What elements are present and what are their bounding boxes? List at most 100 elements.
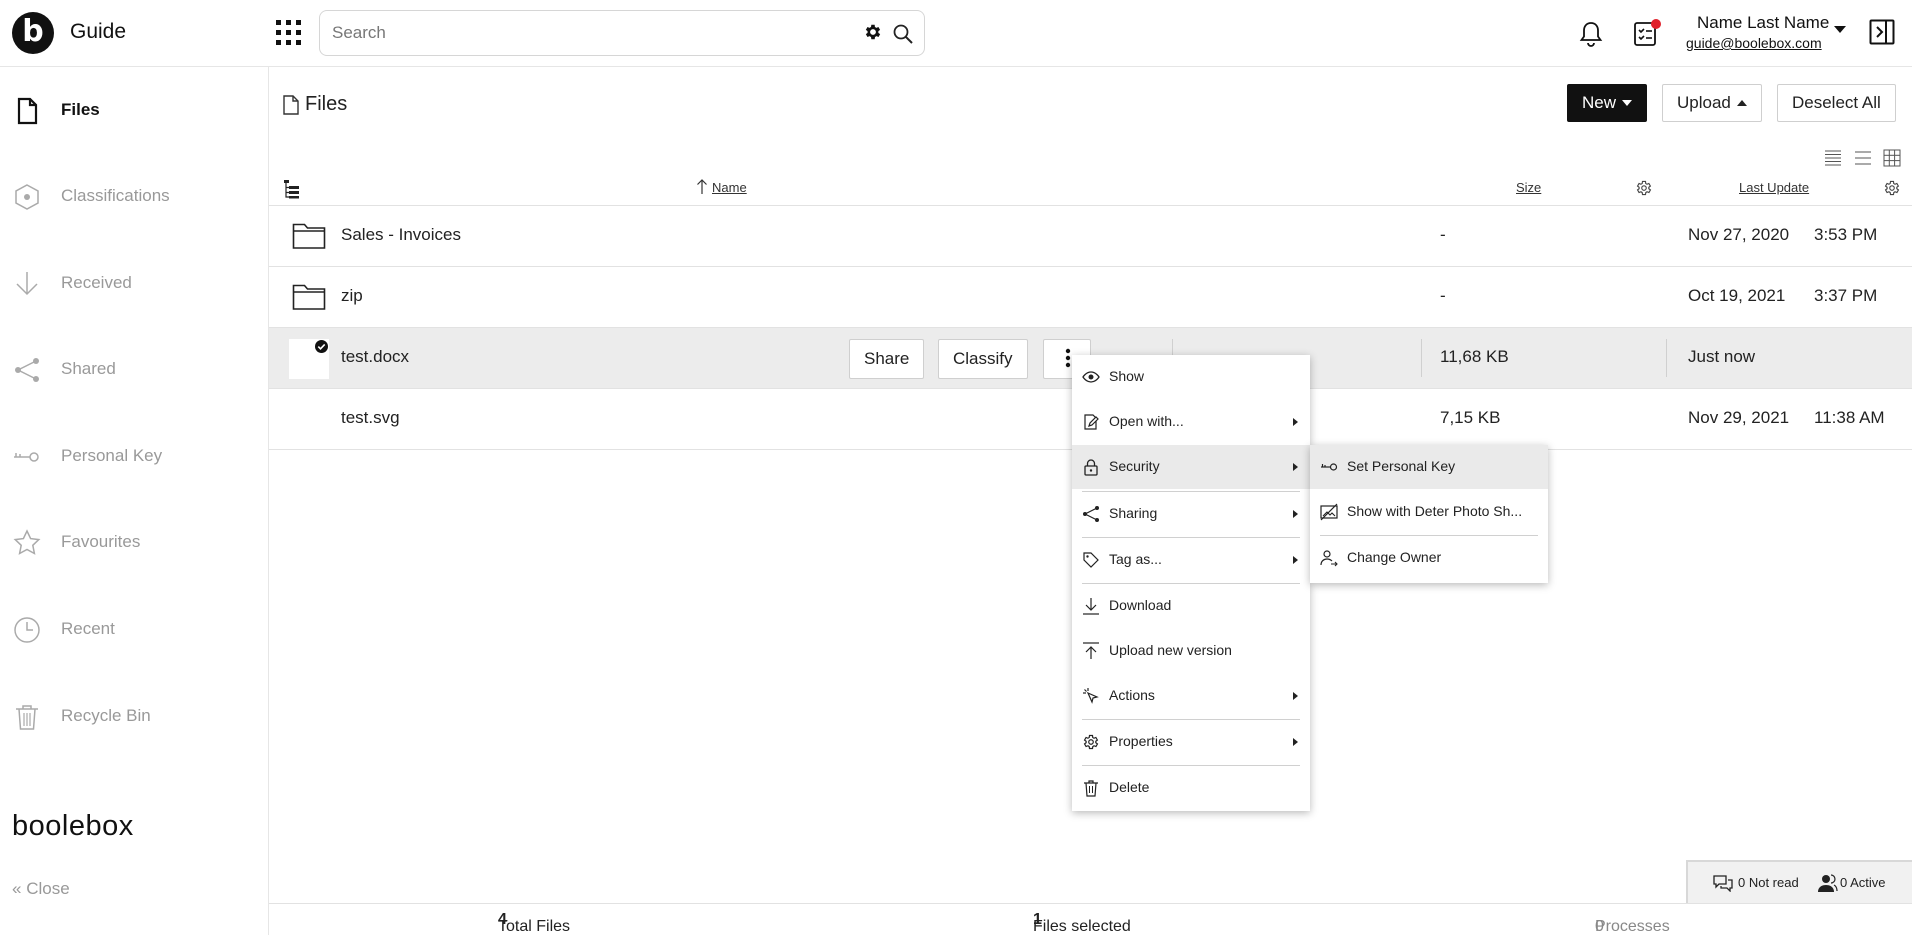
search-input[interactable] [332, 21, 832, 45]
total-files-label: Total Files [498, 918, 571, 935]
file-name[interactable]: Sales - Invoices [341, 225, 461, 245]
file-date: Oct 19, 2021 [1688, 286, 1786, 305]
menu-item-delete[interactable]: Delete [1072, 766, 1310, 810]
menu-item-label: Tag as... [1109, 551, 1162, 567]
menu-item-security[interactable]: Security [1072, 445, 1310, 489]
file-icon [12, 96, 42, 126]
tasks-notification-dot [1651, 19, 1661, 29]
file-date: Nov 27, 2020 [1688, 225, 1790, 244]
menu-item-label: Security [1109, 458, 1160, 474]
files-selected: Files selected 1 [1033, 911, 1131, 935]
upload-icon [1082, 642, 1100, 660]
sidebar-item-favourites[interactable]: Favourites [0, 517, 268, 567]
trash-icon [1082, 779, 1100, 797]
menu-item-set-personal-key[interactable]: Set Personal Key [1310, 445, 1548, 489]
user-change-icon [1320, 549, 1338, 567]
active-users-icon [1816, 873, 1838, 893]
status-footer: Total Files 4 Files selected 1 0 Process… [269, 903, 1912, 935]
sidebar-item-recycle-bin[interactable]: Recycle Bin [0, 691, 268, 741]
menu-item-actions[interactable]: Actions [1072, 674, 1310, 718]
menu-item-download[interactable]: Download [1072, 584, 1310, 628]
arrow-down-icon [12, 269, 42, 299]
files-selected-label: Files selected [1033, 918, 1131, 935]
menu-item-properties[interactable]: Properties [1072, 720, 1310, 764]
file-name[interactable]: test.docx [341, 347, 409, 367]
photo-off-icon [1320, 503, 1338, 521]
upload-label: Upload [1677, 93, 1731, 112]
last-update-column-settings-gear-icon[interactable] [1883, 179, 1901, 197]
hexagon-icon [12, 182, 42, 212]
file-name[interactable]: zip [341, 286, 363, 306]
tree-view-icon[interactable] [283, 179, 301, 199]
menu-item-label: Delete [1109, 779, 1150, 795]
sidebar-item-shared[interactable]: Shared [0, 344, 268, 394]
user-name[interactable]: Name Last Name [1697, 13, 1829, 33]
share-button[interactable]: Share [849, 339, 925, 379]
active-count: 0 Active [1840, 875, 1886, 890]
sidebar-item-received[interactable]: Received [0, 258, 268, 308]
menu-item-upload-new-version[interactable]: Upload new version [1072, 629, 1310, 673]
sidebar-item-recent[interactable]: Recent [0, 604, 268, 654]
sort-ascending-icon[interactable] [696, 178, 708, 194]
search-settings-gear-icon[interactable] [863, 22, 883, 42]
caret-down-icon [1622, 100, 1633, 106]
selected-check-icon[interactable] [315, 340, 328, 353]
top-header: b Guide Name Last Name guide@boolebox.co… [0, 0, 1912, 67]
user-email[interactable]: guide@boolebox.com [1686, 35, 1822, 51]
chat-status-bar[interactable]: 0 Not read 0 Active [1686, 860, 1912, 903]
column-header-name[interactable]: Name [712, 180, 747, 195]
menu-item-change-owner[interactable]: Change Owner [1310, 536, 1548, 580]
table-row[interactable]: zip - Oct 19, 2021 3:37 PM [269, 267, 1912, 328]
processes-label: Processes [1595, 918, 1670, 935]
search-icon[interactable] [892, 23, 914, 45]
submenu-arrow-icon [1293, 418, 1298, 426]
file-size: - [1440, 225, 1446, 244]
menu-item-label: Sharing [1109, 505, 1158, 521]
column-separator [1666, 339, 1667, 377]
new-button[interactable]: New [1567, 84, 1648, 122]
security-submenu: Set Personal Key Show with Deter Photo S… [1310, 445, 1548, 583]
file-date: Nov 29, 2021 [1688, 408, 1790, 427]
sidebar-item-label: Recycle Bin [61, 706, 151, 725]
star-icon [12, 528, 42, 558]
sidebar-close-button[interactable]: « Close [12, 879, 70, 899]
sidebar-item-label: Recent [61, 619, 115, 638]
file-date: Just now [1688, 347, 1756, 366]
total-files: Total Files 4 [498, 911, 570, 935]
sidebar-item-classifications[interactable]: Classifications [0, 171, 268, 221]
sidebar-item-files[interactable]: Files [0, 85, 268, 135]
menu-item-tag-as[interactable]: Tag as... [1072, 538, 1310, 582]
side-panel-toggle-icon[interactable] [1869, 19, 1895, 45]
menu-item-sharing[interactable]: Sharing [1072, 492, 1310, 536]
file-time: 3:53 PM [1814, 225, 1878, 244]
sidebar: Files Classifications Received Shared Pe… [0, 67, 269, 935]
user-menu-caret-icon[interactable] [1834, 26, 1846, 33]
upload-button[interactable]: Upload [1662, 84, 1762, 122]
grid-view-icon[interactable] [1883, 149, 1901, 167]
menu-item-label: Upload new version [1109, 642, 1232, 658]
list-view-icon[interactable] [1854, 149, 1872, 167]
menu-item-show[interactable]: Show [1072, 355, 1310, 399]
column-header-size[interactable]: Size [1516, 180, 1541, 195]
apps-grid-icon[interactable] [276, 20, 302, 46]
classify-button[interactable]: Classify [938, 339, 1028, 379]
deselect-all-label: Deselect All [1792, 93, 1881, 112]
double-chevron-left-icon: « [12, 879, 22, 898]
page-title-text: Files [305, 93, 348, 115]
table-row[interactable]: Sales - Invoices - Nov 27, 2020 3:53 PM [269, 206, 1912, 267]
trash-icon [12, 702, 42, 732]
menu-item-show-with-deter-photo[interactable]: Show with Deter Photo Sh... [1310, 490, 1548, 534]
file-size: 11,68 KB [1440, 347, 1509, 366]
size-column-settings-gear-icon[interactable] [1635, 179, 1653, 197]
cursor-icon [1082, 687, 1100, 705]
sidebar-item-personal-key[interactable]: Personal Key [0, 431, 268, 481]
deselect-all-button[interactable]: Deselect All [1777, 84, 1896, 122]
file-size: - [1440, 286, 1446, 305]
boolebox-logo[interactable]: b [12, 12, 54, 54]
compact-list-view-icon[interactable] [1824, 149, 1842, 167]
file-name[interactable]: test.svg [341, 408, 400, 428]
menu-item-open-with[interactable]: Open with... [1072, 400, 1310, 444]
folder-icon [292, 220, 326, 250]
notifications-bell-icon[interactable] [1578, 20, 1604, 48]
column-header-last-update[interactable]: Last Update [1739, 180, 1809, 195]
